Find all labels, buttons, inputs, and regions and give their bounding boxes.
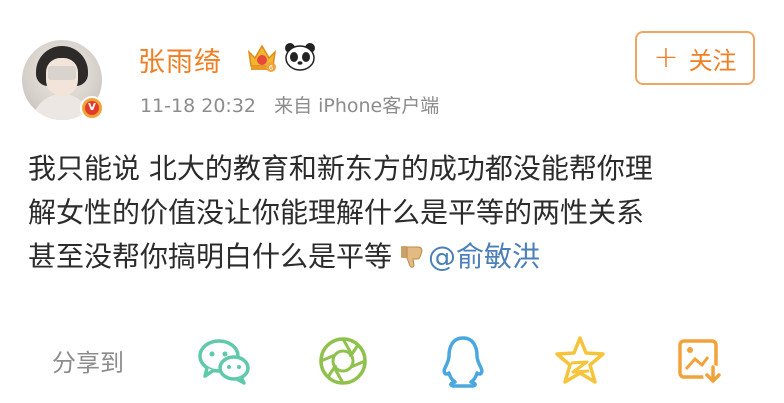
- thumbs-down-icon: [401, 246, 423, 268]
- mention-link[interactable]: @俞敏洪: [428, 240, 540, 273]
- username[interactable]: 张雨绮: [138, 40, 222, 79]
- wechat-icon[interactable]: [196, 332, 254, 390]
- svg-text:6: 6: [269, 64, 274, 72]
- share-label: 分享到: [52, 349, 124, 377]
- qzone-icon[interactable]: [551, 332, 609, 390]
- post-content-line-last: 甚至没帮你搞明白什么是平等 @俞敏洪: [28, 235, 768, 279]
- follow-button-label: 关注: [688, 46, 737, 75]
- follow-button[interactable]: + 关注: [635, 31, 755, 85]
- post-content: 我只能说 北大的教育和新东方的成功都没能帮你理 解女性的价值没让你能理解什么是平…: [28, 147, 768, 279]
- post-content-line: 解女性的价值没让你能理解什么是平等的两性关系: [28, 196, 645, 229]
- post-source: 来自 iPhone客户端: [274, 95, 440, 117]
- post-timestamp[interactable]: 11-18 20:32: [140, 95, 256, 117]
- qq-icon[interactable]: [434, 332, 492, 390]
- verified-badge-icon: V: [80, 96, 104, 120]
- avatar-blur: [48, 66, 76, 80]
- crown-icon[interactable]: 6: [245, 40, 279, 74]
- avatar[interactable]: V: [22, 40, 104, 120]
- post-meta: 11-18 20:32 来自 iPhone客户端: [140, 91, 451, 118]
- post-content-text: 甚至没帮你搞明白什么是平等: [28, 240, 393, 273]
- plus-icon: +: [653, 40, 679, 75]
- moments-icon[interactable]: [314, 332, 372, 390]
- save-image-icon[interactable]: [671, 332, 729, 390]
- panda-icon[interactable]: [283, 40, 317, 74]
- post-content-line: 我只能说 北大的教育和新东方的成功都没能帮你理: [28, 152, 653, 185]
